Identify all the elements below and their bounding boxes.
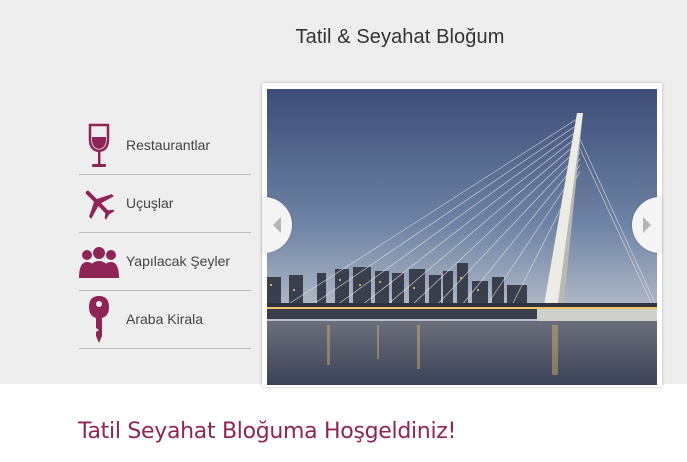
welcome-heading: Tatil Seyahat Bloğuma Hoşgeldiniz! [78,419,457,444]
airplane-icon [79,181,119,227]
key-icon [79,296,119,343]
menu-item-restaurants[interactable]: Restaurantlar [79,117,251,175]
menu-item-label: Yapılacak Şeyler [126,253,231,269]
people-icon [79,239,119,285]
chevron-left-icon [273,217,281,233]
category-menu: Restaurantlar Uçuşlar Yapılacak Şeyler A… [79,117,251,349]
chevron-right-icon [643,217,651,233]
menu-item-flights[interactable]: Uçuşlar [79,175,251,233]
menu-item-label: Uçuşlar [126,195,174,211]
menu-item-label: Restaurantlar [126,137,211,153]
wine-glass-icon [79,123,119,169]
menu-item-car-rental[interactable]: Araba Kirala [79,291,251,349]
menu-item-label: Araba Kirala [126,311,204,327]
slide-image [267,89,657,385]
image-slider [262,83,662,387]
site-title: Tatil & Seyahat Bloğum [295,26,505,48]
menu-item-things-to-do[interactable]: Yapılacak Şeyler [79,233,251,291]
